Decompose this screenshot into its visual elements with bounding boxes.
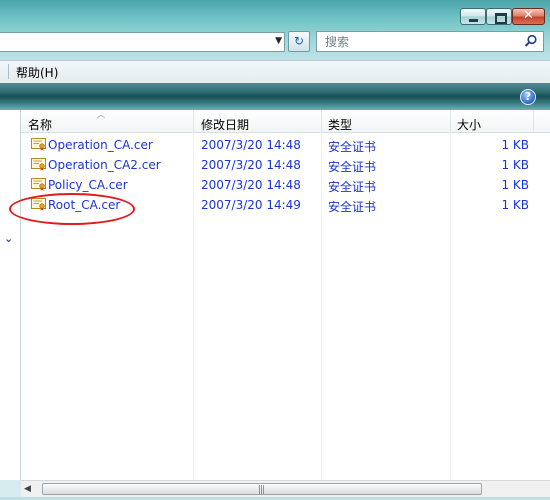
menu-separator: [8, 64, 9, 79]
close-button[interactable]: ✕: [512, 8, 545, 25]
file-type: 安全证书: [328, 160, 377, 174]
grip-icon: |||: [258, 485, 265, 495]
address-bar[interactable]: ▼: [0, 32, 285, 52]
file-row[interactable]: Operation_CA.cer 2007/3/20 14:48 安全证书 1 …: [21, 135, 550, 155]
sort-up-icon: ︿: [97, 110, 105, 119]
column-type[interactable]: 类型: [328, 116, 352, 133]
toolbar: [0, 83, 550, 110]
column-separator[interactable]: [533, 110, 534, 132]
scrollbar-thumb[interactable]: |||: [42, 483, 482, 495]
horizontal-scrollbar[interactable]: ◀ |||: [21, 480, 550, 498]
certificate-file-icon: [31, 178, 46, 191]
file-name[interactable]: Root_CA.cer: [48, 198, 120, 212]
file-list: ︿ 名称 修改日期 类型 大小 Operation_CA.cer 2007/3/…: [21, 110, 550, 480]
file-modified: 2007/3/20 14:48: [201, 138, 301, 152]
column-name[interactable]: 名称: [28, 116, 52, 133]
navigation-pane: ⌄: [0, 110, 21, 480]
certificate-file-icon: [31, 138, 46, 151]
minimize-button[interactable]: [460, 8, 486, 25]
file-type: 安全证书: [328, 180, 377, 194]
column-separator[interactable]: [193, 110, 194, 132]
file-size: 1 KB: [501, 138, 529, 152]
file-modified: 2007/3/20 14:48: [201, 158, 301, 172]
file-type: 安全证书: [328, 140, 377, 154]
column-separator[interactable]: [450, 110, 451, 132]
file-modified: 2007/3/20 14:48: [201, 178, 301, 192]
file-name[interactable]: Policy_CA.cer: [48, 178, 128, 192]
file-type: 安全证书: [328, 200, 377, 214]
file-modified: 2007/3/20 14:49: [201, 198, 301, 212]
menu-bar: 帮助(H): [0, 60, 550, 84]
chevron-down-icon[interactable]: ▼: [275, 36, 282, 46]
search-box[interactable]: [316, 31, 544, 52]
column-size[interactable]: 大小: [457, 116, 481, 133]
file-size: 1 KB: [501, 158, 529, 172]
maximize-button[interactable]: [486, 8, 512, 25]
close-icon: ✕: [523, 8, 534, 23]
file-row[interactable]: Root_CA.cer 2007/3/20 14:49 安全证书 1 KB: [21, 195, 550, 215]
help-icon[interactable]: ?: [520, 89, 536, 105]
certificate-file-icon: [31, 198, 46, 211]
file-name[interactable]: Operation_CA.cer: [48, 138, 153, 152]
file-size: 1 KB: [501, 198, 529, 212]
refresh-icon: ↻: [293, 34, 305, 48]
title-bar: ✕: [0, 0, 550, 30]
search-input[interactable]: [323, 34, 517, 50]
explorer-window: ✕ ▼ ↻ 帮助(H) ? ⌄ ︿ 名称 修改日期 类型 大小: [0, 0, 550, 500]
column-modified[interactable]: 修改日期: [201, 116, 249, 133]
column-separator[interactable]: [321, 110, 322, 132]
file-row[interactable]: Operation_CA2.cer 2007/3/20 14:48 安全证书 1…: [21, 155, 550, 175]
file-name[interactable]: Operation_CA2.cer: [48, 158, 161, 172]
certificate-file-icon: [31, 158, 46, 171]
column-header: ︿ 名称 修改日期 类型 大小: [21, 110, 550, 133]
search-icon[interactable]: [524, 34, 538, 48]
file-size: 1 KB: [501, 178, 529, 192]
file-row[interactable]: Policy_CA.cer 2007/3/20 14:48 安全证书 1 KB: [21, 175, 550, 195]
menu-help[interactable]: 帮助(H): [16, 64, 58, 81]
refresh-button[interactable]: ↻: [288, 31, 310, 52]
scroll-left-icon[interactable]: ◀: [24, 484, 31, 494]
chevron-down-icon[interactable]: ⌄: [4, 232, 13, 245]
